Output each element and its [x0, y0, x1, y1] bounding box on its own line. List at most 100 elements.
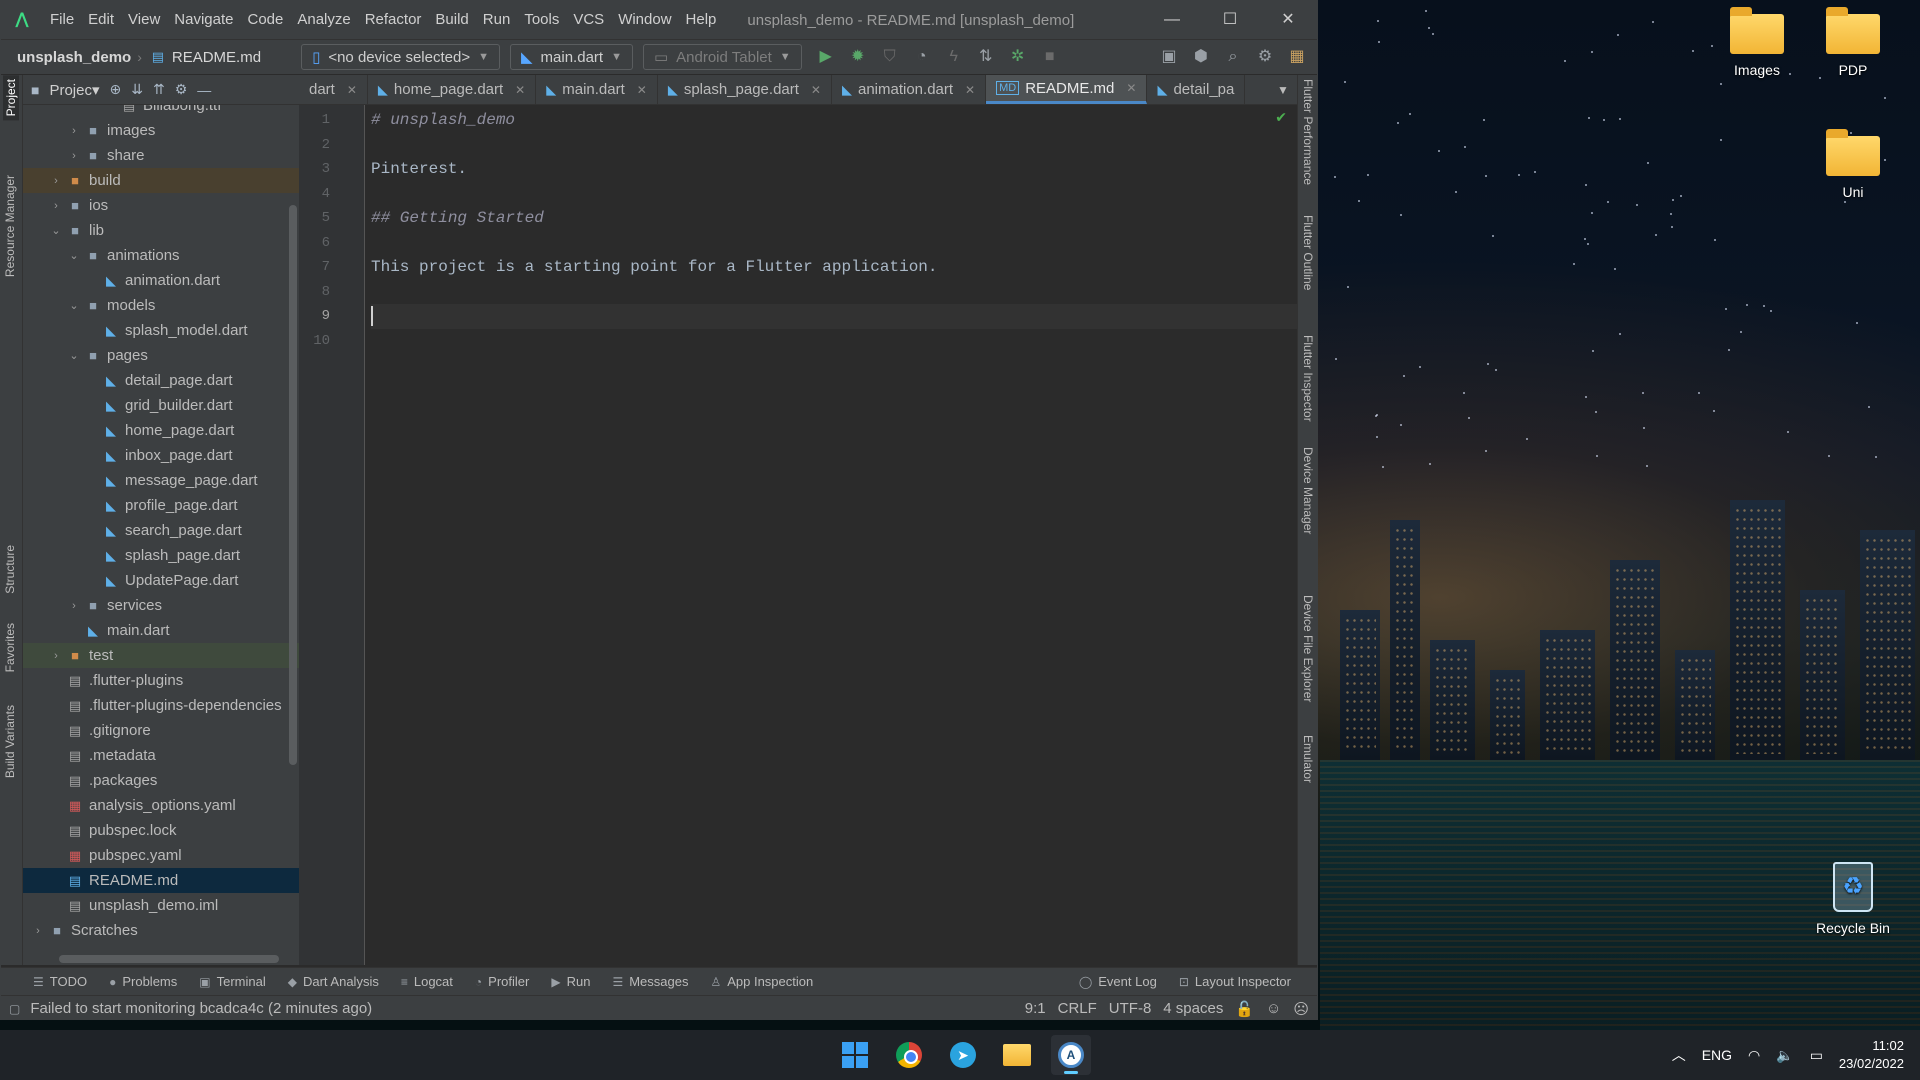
chevron-down-icon[interactable]: ⌄ — [47, 224, 65, 237]
menu-help[interactable]: Help — [679, 1, 724, 39]
debug-icon[interactable]: ✹ — [844, 43, 872, 71]
tool-terminal[interactable]: ▣ Terminal — [199, 974, 265, 989]
tree-item[interactable]: ▤ pubspec.lock — [23, 818, 299, 843]
indent-setting[interactable]: 4 spaces — [1163, 1000, 1223, 1017]
tree-item[interactable]: ◣ profile_page.dart — [23, 493, 299, 518]
tree-item[interactable]: ◣ search_page.dart — [23, 518, 299, 543]
menu-window[interactable]: Window — [611, 1, 678, 39]
avatar[interactable]: ▦ — [1283, 43, 1311, 71]
taskbar-android-studio[interactable]: A — [1051, 1035, 1091, 1075]
tool-tab-device-file-explorer[interactable]: Device File Explorer — [1301, 595, 1315, 702]
tool-tab-build-variants[interactable]: Build Variants — [3, 705, 17, 778]
chevron-right-icon[interactable]: › — [47, 650, 65, 662]
editor-tab[interactable]: ◣ animation.dart ✕ — [832, 75, 987, 104]
taskbar-file-explorer[interactable] — [997, 1035, 1037, 1075]
chevron-down-icon[interactable]: ⌄ — [65, 299, 83, 312]
tree-item[interactable]: ▤ Billabong.ttf — [23, 105, 299, 118]
tree-item[interactable]: ▤ .packages — [23, 768, 299, 793]
tree-item[interactable]: ◣ UpdatePage.dart — [23, 568, 299, 593]
profile-icon[interactable]: ◔ — [908, 43, 936, 71]
menu-vcs[interactable]: VCS — [566, 1, 611, 39]
tree-item[interactable]: › ■ ios — [23, 193, 299, 218]
tree-item[interactable]: ⌄ ■ lib — [23, 218, 299, 243]
run-configuration-selector[interactable]: ◣ main.dart ▼ — [510, 44, 633, 70]
editor-tab[interactable]: ◣ home_page.dart ✕ — [368, 75, 537, 104]
collapse-all-icon[interactable]: ⇈ — [153, 81, 165, 98]
expand-all-icon[interactable]: ⇊ — [131, 81, 143, 98]
menu-file[interactable]: File — [43, 1, 81, 39]
line-separator[interactable]: CRLF — [1058, 1000, 1097, 1017]
editor-tab[interactable]: MD README.md ✕ — [986, 75, 1148, 104]
tool-tab-flutter-outline[interactable]: Flutter Outline — [1301, 215, 1315, 290]
tree-item[interactable]: ⌄ ■ animations — [23, 243, 299, 268]
tree-item[interactable]: ◣ animation.dart — [23, 268, 299, 293]
tree-item[interactable]: ▦ analysis_options.yaml — [23, 793, 299, 818]
tree-item[interactable]: › ■ share — [23, 143, 299, 168]
start-button[interactable] — [835, 1035, 875, 1075]
taskbar-chrome[interactable] — [889, 1035, 929, 1075]
tool-tab-project[interactable]: Project — [3, 75, 19, 121]
tool-tab-favorites[interactable]: Favorites — [3, 623, 17, 672]
tree-item[interactable]: ◣ inbox_page.dart — [23, 443, 299, 468]
code-line[interactable] — [371, 182, 1297, 207]
status-message[interactable]: Failed to start monitoring bcadca4c (2 m… — [30, 1000, 372, 1017]
tool-problems[interactable]: ● Problems — [109, 974, 177, 989]
taskbar-telegram[interactable]: ➤ — [943, 1035, 983, 1075]
wifi-icon[interactable]: ◠ — [1748, 1047, 1760, 1064]
close-tab-icon[interactable]: ✕ — [811, 83, 821, 97]
chevron-right-icon[interactable]: › — [47, 200, 65, 212]
tree-item[interactable]: ▤ README.md — [23, 868, 299, 893]
menu-tools[interactable]: Tools — [517, 1, 566, 39]
chevron-right-icon[interactable]: › — [65, 600, 83, 612]
desktop-folder-images[interactable]: Images — [1712, 7, 1802, 78]
code-content[interactable]: ✔ # unsplash_demo Pinterest. ## Getting St… — [365, 105, 1297, 965]
code-line[interactable] — [371, 231, 1297, 256]
tool-dart-analysis[interactable]: ◆ Dart Analysis — [288, 974, 379, 989]
locate-target-icon[interactable]: ⊕ — [110, 81, 122, 98]
close-button[interactable]: ✕ — [1259, 1, 1317, 39]
tool-run[interactable]: ▶ Run — [551, 974, 590, 989]
tree-item[interactable]: › ■ Scratches — [23, 918, 299, 943]
code-editor[interactable]: 1 2 3 4 5 6 7 8 9 10 ✔ # unsplash_demo Pinterest. #… — [299, 105, 1297, 965]
clock[interactable]: 11:02 23/02/2022 — [1839, 1037, 1910, 1073]
chevron-down-icon[interactable]: ⌄ — [65, 349, 83, 362]
apply-changes-icon[interactable]: ⇅ — [972, 43, 1000, 71]
device-selector[interactable]: ▯ <no device selected> ▼ — [301, 44, 500, 70]
desktop-recycle-bin[interactable]: ♻ Recycle Bin — [1808, 862, 1898, 936]
tree-item[interactable]: › ■ test — [23, 643, 299, 668]
code-line[interactable] — [371, 133, 1297, 158]
code-line[interactable]: # unsplash_demo — [371, 108, 1297, 133]
attach-debugger-icon[interactable]: ✲ — [1004, 43, 1032, 71]
breadcrumb-file[interactable]: README.md — [172, 49, 261, 66]
tree-item[interactable]: ▤ .gitignore — [23, 718, 299, 743]
device-manager-icon[interactable]: ▣ — [1155, 43, 1183, 71]
chevron-down-icon[interactable]: ⌄ — [65, 249, 83, 262]
tool-event-log[interactable]: ◯ Event Log — [1079, 974, 1157, 989]
tree-item[interactable]: ◣ splash_page.dart — [23, 543, 299, 568]
desktop-folder-pdp[interactable]: PDP — [1808, 7, 1898, 78]
code-line[interactable] — [371, 280, 1297, 305]
virtual-device-selector[interactable]: ▭ Android Tablet ▼ — [642, 44, 802, 70]
minimize-button[interactable]: — — [1143, 1, 1201, 39]
close-tab-icon[interactable]: ✕ — [515, 83, 525, 97]
chevron-right-icon[interactable]: › — [65, 125, 83, 137]
tree-item[interactable]: ◣ home_page.dart — [23, 418, 299, 443]
tool-tab-flutter-performance[interactable]: Flutter Performance — [1301, 79, 1315, 185]
tree-item[interactable]: ▤ .flutter-plugins-dependencies — [23, 693, 299, 718]
close-tab-icon[interactable]: ✕ — [1126, 81, 1136, 95]
code-line[interactable] — [371, 304, 1297, 329]
chevron-right-icon[interactable]: › — [65, 150, 83, 162]
settings-gear-icon[interactable]: ⚙ — [1251, 43, 1279, 71]
menu-code[interactable]: Code — [240, 1, 290, 39]
stop-icon[interactable]: ■ — [1036, 43, 1064, 71]
menu-run[interactable]: Run — [476, 1, 518, 39]
search-icon[interactable]: ⌕ — [1219, 43, 1247, 71]
menu-navigate[interactable]: Navigate — [167, 1, 240, 39]
code-line[interactable] — [371, 329, 1297, 354]
editor-tab[interactable]: ◣ main.dart ✕ — [536, 75, 658, 104]
tree-item[interactable]: ◣ message_page.dart — [23, 468, 299, 493]
tree-item[interactable]: ▦ pubspec.yaml — [23, 843, 299, 868]
tool-todo[interactable]: ☰ TODO — [33, 974, 87, 989]
code-line[interactable]: This project is a starting point for a F… — [371, 255, 1297, 280]
maximize-button[interactable]: ☐ — [1201, 1, 1259, 39]
